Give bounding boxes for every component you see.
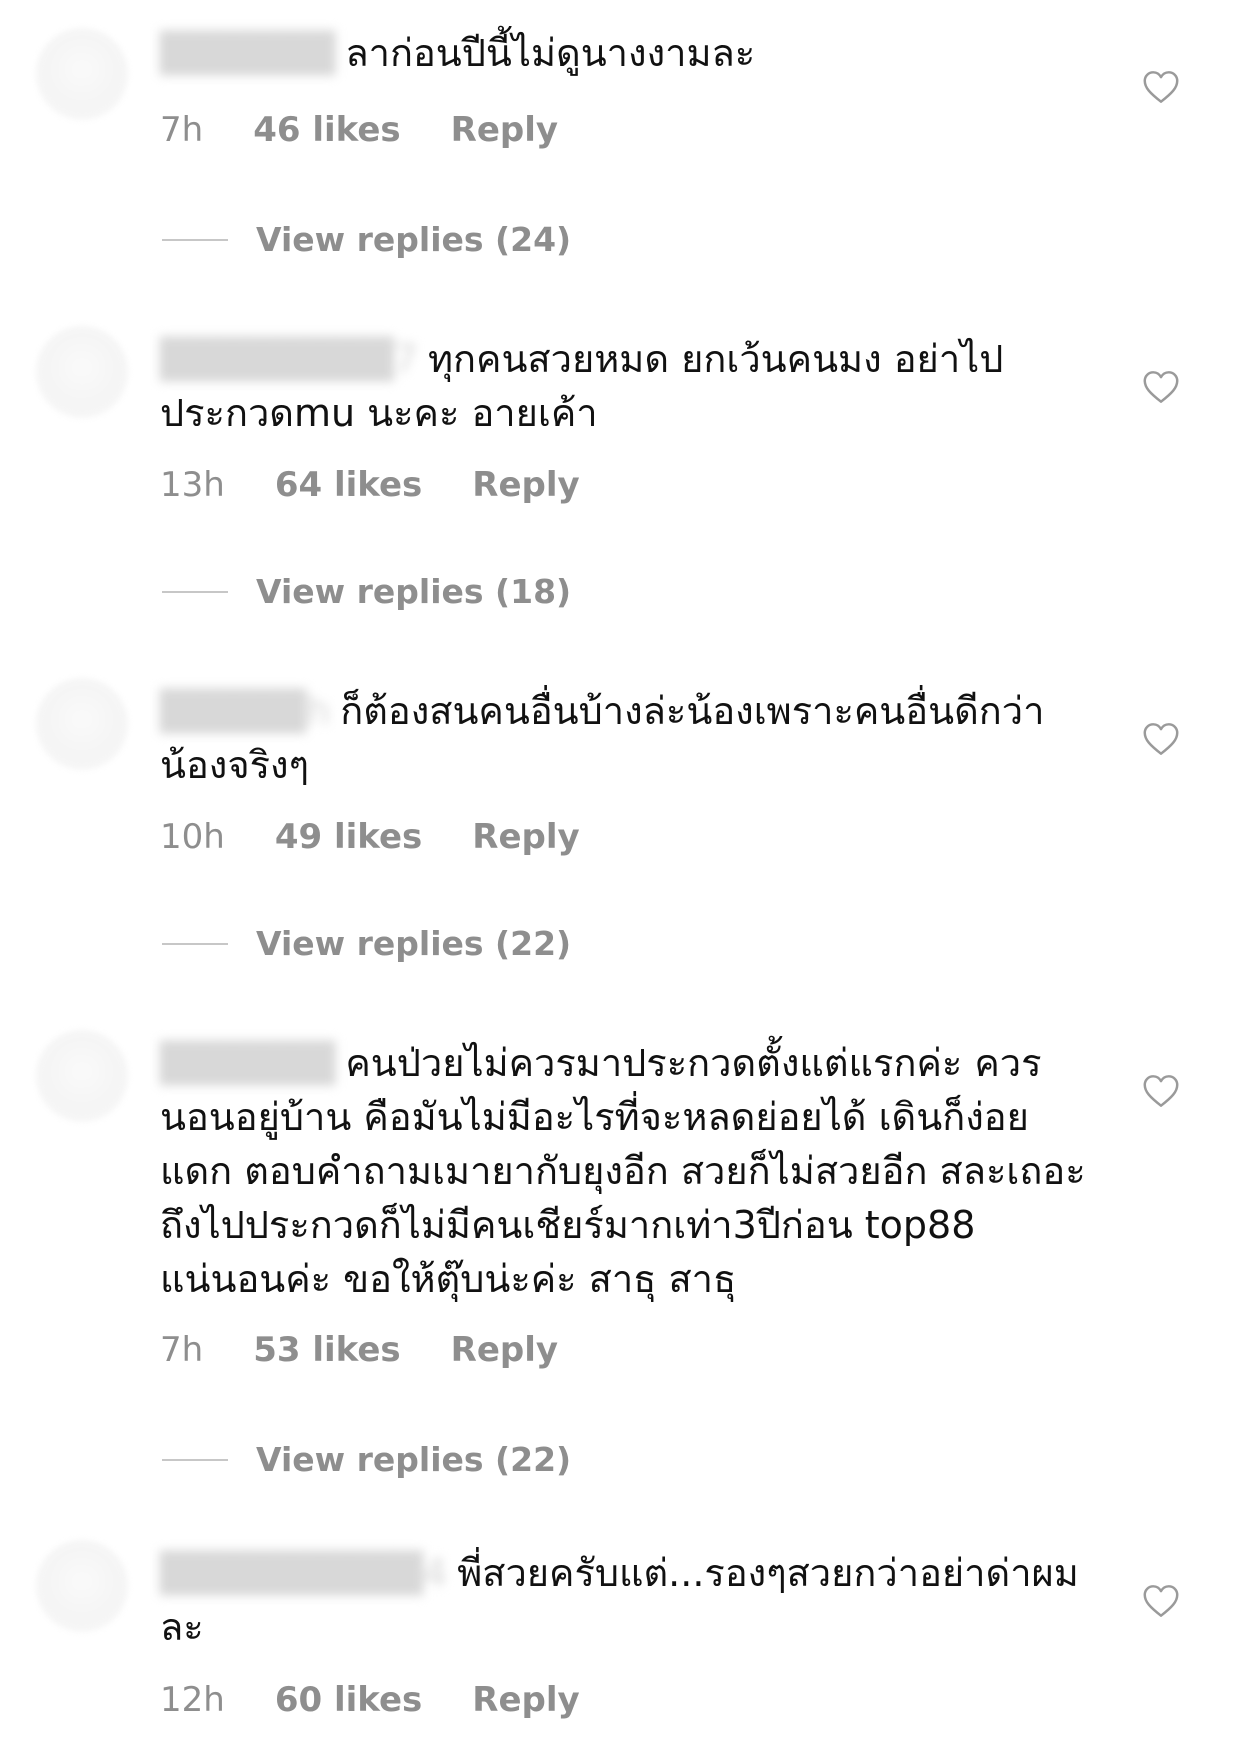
view-replies-button[interactable]: View replies (22) (162, 1440, 571, 1480)
comment-username[interactable]: █████h (160, 684, 330, 738)
view-replies-label[interactable]: View replies (18) (256, 572, 571, 611)
view-replies-button[interactable]: View replies (18) (162, 572, 571, 612)
comment-meta: 13h 64 likes Reply (160, 465, 580, 505)
comment-time: 7h (160, 110, 204, 150)
replies-divider (162, 590, 228, 593)
reply-button[interactable]: Reply (472, 1680, 579, 1720)
comment-username[interactable]: █████████4 (160, 1546, 447, 1600)
view-replies-label[interactable]: View replies (22) (256, 924, 571, 963)
comment-time: 7h (160, 1330, 204, 1370)
comment-likes[interactable]: 60 likes (275, 1680, 422, 1720)
comment-likes[interactable]: 64 likes (275, 465, 422, 505)
heart-icon[interactable] (1142, 1074, 1180, 1108)
comment-body: ████████7 ทุกคนสวยหมด ยกเว้นคนมง อย่าไปปร… (160, 332, 1090, 440)
heart-icon[interactable] (1142, 722, 1180, 756)
avatar[interactable] (36, 678, 128, 770)
avatar[interactable] (36, 1030, 128, 1122)
comment-time: 13h (160, 465, 225, 505)
avatar[interactable] (36, 1540, 128, 1632)
avatar[interactable] (36, 28, 128, 120)
heart-icon[interactable] (1142, 370, 1180, 404)
comment-meta: 10h 49 likes Reply (160, 817, 580, 857)
replies-divider (162, 942, 228, 945)
heart-icon[interactable] (1142, 1584, 1180, 1618)
reply-button[interactable]: Reply (451, 1330, 558, 1370)
comment-username[interactable]: ██████ (160, 1036, 335, 1090)
comment-meta: 7h 53 likes Reply (160, 1330, 558, 1370)
comment-likes[interactable]: 53 likes (253, 1330, 400, 1370)
heart-icon[interactable] (1142, 70, 1180, 104)
comment-meta: 7h 46 likes Reply (160, 110, 558, 150)
comment-username[interactable]: ██████ (160, 26, 335, 80)
replies-divider (162, 238, 228, 241)
comment-time: 12h (160, 1680, 225, 1720)
view-replies-label[interactable]: View replies (24) (256, 220, 571, 259)
comment-username[interactable]: ████████7 (160, 332, 418, 386)
reply-button[interactable]: Reply (472, 817, 579, 857)
comment-body: ██████ ลาก่อนปีนี้ไม่ดูนางงามละ (160, 26, 1090, 80)
comment-time: 10h (160, 817, 225, 857)
comment-body: █████h ก็ต้องสนคนอื่นบ้างล่ะน้องเพราะคนอื… (160, 684, 1090, 792)
comment-text: ลาก่อนปีนี้ไม่ดูนางงามละ (345, 31, 756, 75)
view-replies-button[interactable]: View replies (22) (162, 924, 571, 964)
comment-meta: 12h 60 likes Reply (160, 1680, 580, 1720)
replies-divider (162, 1458, 228, 1461)
comment-likes[interactable]: 46 likes (253, 110, 400, 150)
view-replies-button[interactable]: View replies (24) (162, 220, 571, 260)
comment-body: █████████4 พี่สวยครับแต่...รองๆสวยกว่าอย่… (160, 1546, 1090, 1654)
comment-body: ██████ คนป่วยไม่ควรมาประกวดตั้งแต่แรกค่ะ … (160, 1036, 1090, 1306)
reply-button[interactable]: Reply (472, 465, 579, 505)
view-replies-label[interactable]: View replies (22) (256, 1440, 571, 1479)
comment-likes[interactable]: 49 likes (275, 817, 422, 857)
reply-button[interactable]: Reply (451, 110, 558, 150)
avatar[interactable] (36, 326, 128, 418)
